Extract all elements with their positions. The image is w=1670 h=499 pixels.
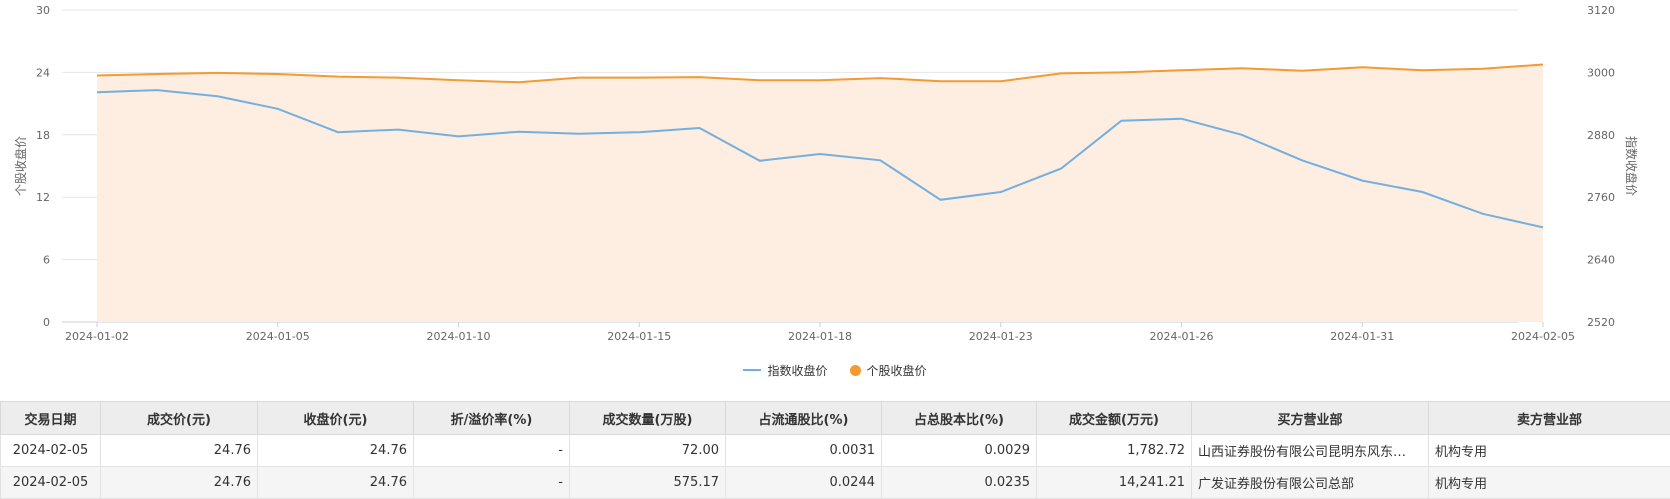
table-row: 2024-02-05 24.76 24.76 - 575.17 0.0244 0…	[0, 466, 1670, 499]
cell-seller[interactable]: 机构专用	[1428, 434, 1670, 467]
header-trade-price[interactable]: 成交价(元)	[100, 401, 258, 435]
x-tick-label: 2024-02-05	[1511, 330, 1575, 343]
cell-trade-date: 2024-02-05	[0, 434, 101, 467]
cell-premium-rate: -	[413, 466, 570, 499]
x-tick-label: 2024-01-23	[969, 330, 1033, 343]
header-amount[interactable]: 成交金额(万元)	[1036, 401, 1192, 435]
y-right-tick-label: 2520	[1587, 316, 1615, 329]
cell-close-price: 24.76	[257, 466, 414, 499]
y-right-tick-label: 2760	[1587, 191, 1615, 204]
cell-buyer[interactable]: 山西证券股份有限公司昆明东风东…	[1191, 434, 1429, 467]
y-left-tick-label: 18	[36, 129, 50, 142]
dual-axis-line-chart: 0 6 12 18 24 30 2520 2640 2760 2880 3000 3120 个股收盘价 指…	[13, 4, 1639, 343]
y-right-tick-label: 3120	[1587, 4, 1615, 17]
y-right-tick-label: 2880	[1587, 129, 1615, 142]
table-header-row: 交易日期 成交价(元) 收盘价(元) 折/溢价率(%) 成交数量(万股) 占流通…	[0, 401, 1670, 435]
y-right-axis-title: 指数收盘价	[1624, 136, 1639, 196]
cell-volume: 575.17	[569, 466, 726, 499]
header-float-ratio[interactable]: 占流通股比(%)	[725, 401, 882, 435]
y-left-tick-label: 6	[43, 254, 50, 267]
x-tick-label: 2024-01-05	[246, 330, 310, 343]
cell-trade-price: 24.76	[100, 466, 258, 499]
cell-premium-rate: -	[413, 434, 570, 467]
legend-label-index: 指数收盘价	[767, 363, 828, 378]
cell-trade-price: 24.76	[100, 434, 258, 467]
cell-volume: 72.00	[569, 434, 726, 467]
cell-amount: 1,782.72	[1036, 434, 1192, 467]
legend-dot-icon	[849, 364, 861, 376]
x-tick-label: 2024-01-02	[65, 330, 129, 343]
header-total-ratio[interactable]: 占总股本比(%)	[881, 401, 1037, 435]
legend-label-stock: 个股收盘价	[866, 363, 927, 378]
y-left-tick-label: 12	[36, 191, 50, 204]
x-tick-label: 2024-01-26	[1150, 330, 1214, 343]
header-volume[interactable]: 成交数量(万股)	[569, 401, 726, 435]
y-right-tick-label: 3000	[1587, 66, 1615, 79]
x-tick-label: 2024-01-10	[427, 330, 491, 343]
table-row: 2024-02-05 24.76 24.76 - 72.00 0.0031 0.…	[0, 434, 1670, 467]
header-trade-date[interactable]: 交易日期	[0, 401, 101, 435]
y-right-tick-label: 2640	[1587, 254, 1615, 267]
block-trade-table: 交易日期 成交价(元) 收盘价(元) 折/溢价率(%) 成交数量(万股) 占流通…	[0, 401, 1670, 499]
cell-amount: 14,241.21	[1036, 466, 1192, 499]
legend-item-stock[interactable]: 个股收盘价	[849, 361, 927, 379]
y-left-tick-label: 30	[36, 4, 50, 17]
legend-line-icon	[743, 369, 762, 371]
header-premium-rate[interactable]: 折/溢价率(%)	[413, 401, 570, 435]
legend-item-index[interactable]: 指数收盘价	[743, 361, 828, 379]
cell-float-ratio: 0.0244	[725, 466, 882, 499]
y-left-axis-title: 个股收盘价	[13, 136, 28, 196]
stock-area-fill	[97, 64, 1543, 322]
cell-buyer[interactable]: 广发证券股份有限公司总部	[1191, 466, 1429, 499]
header-close-price[interactable]: 收盘价(元)	[257, 401, 414, 435]
chart-legend: 指数收盘价 个股收盘价	[0, 361, 1670, 379]
y-left-tick-label: 0	[43, 316, 50, 329]
y-left-tick-label: 24	[36, 66, 50, 79]
header-seller[interactable]: 卖方营业部	[1428, 401, 1670, 435]
x-tick-label: 2024-01-31	[1330, 330, 1394, 343]
cell-trade-date: 2024-02-05	[0, 466, 101, 499]
cell-close-price: 24.76	[257, 434, 414, 467]
x-tick-label: 2024-01-18	[788, 330, 852, 343]
cell-seller[interactable]: 机构专用	[1428, 466, 1670, 499]
header-buyer[interactable]: 买方营业部	[1191, 401, 1429, 435]
cell-total-ratio: 0.0235	[881, 466, 1037, 499]
x-tick-label: 2024-01-15	[607, 330, 671, 343]
cell-total-ratio: 0.0029	[881, 434, 1037, 467]
cell-float-ratio: 0.0031	[725, 434, 882, 467]
